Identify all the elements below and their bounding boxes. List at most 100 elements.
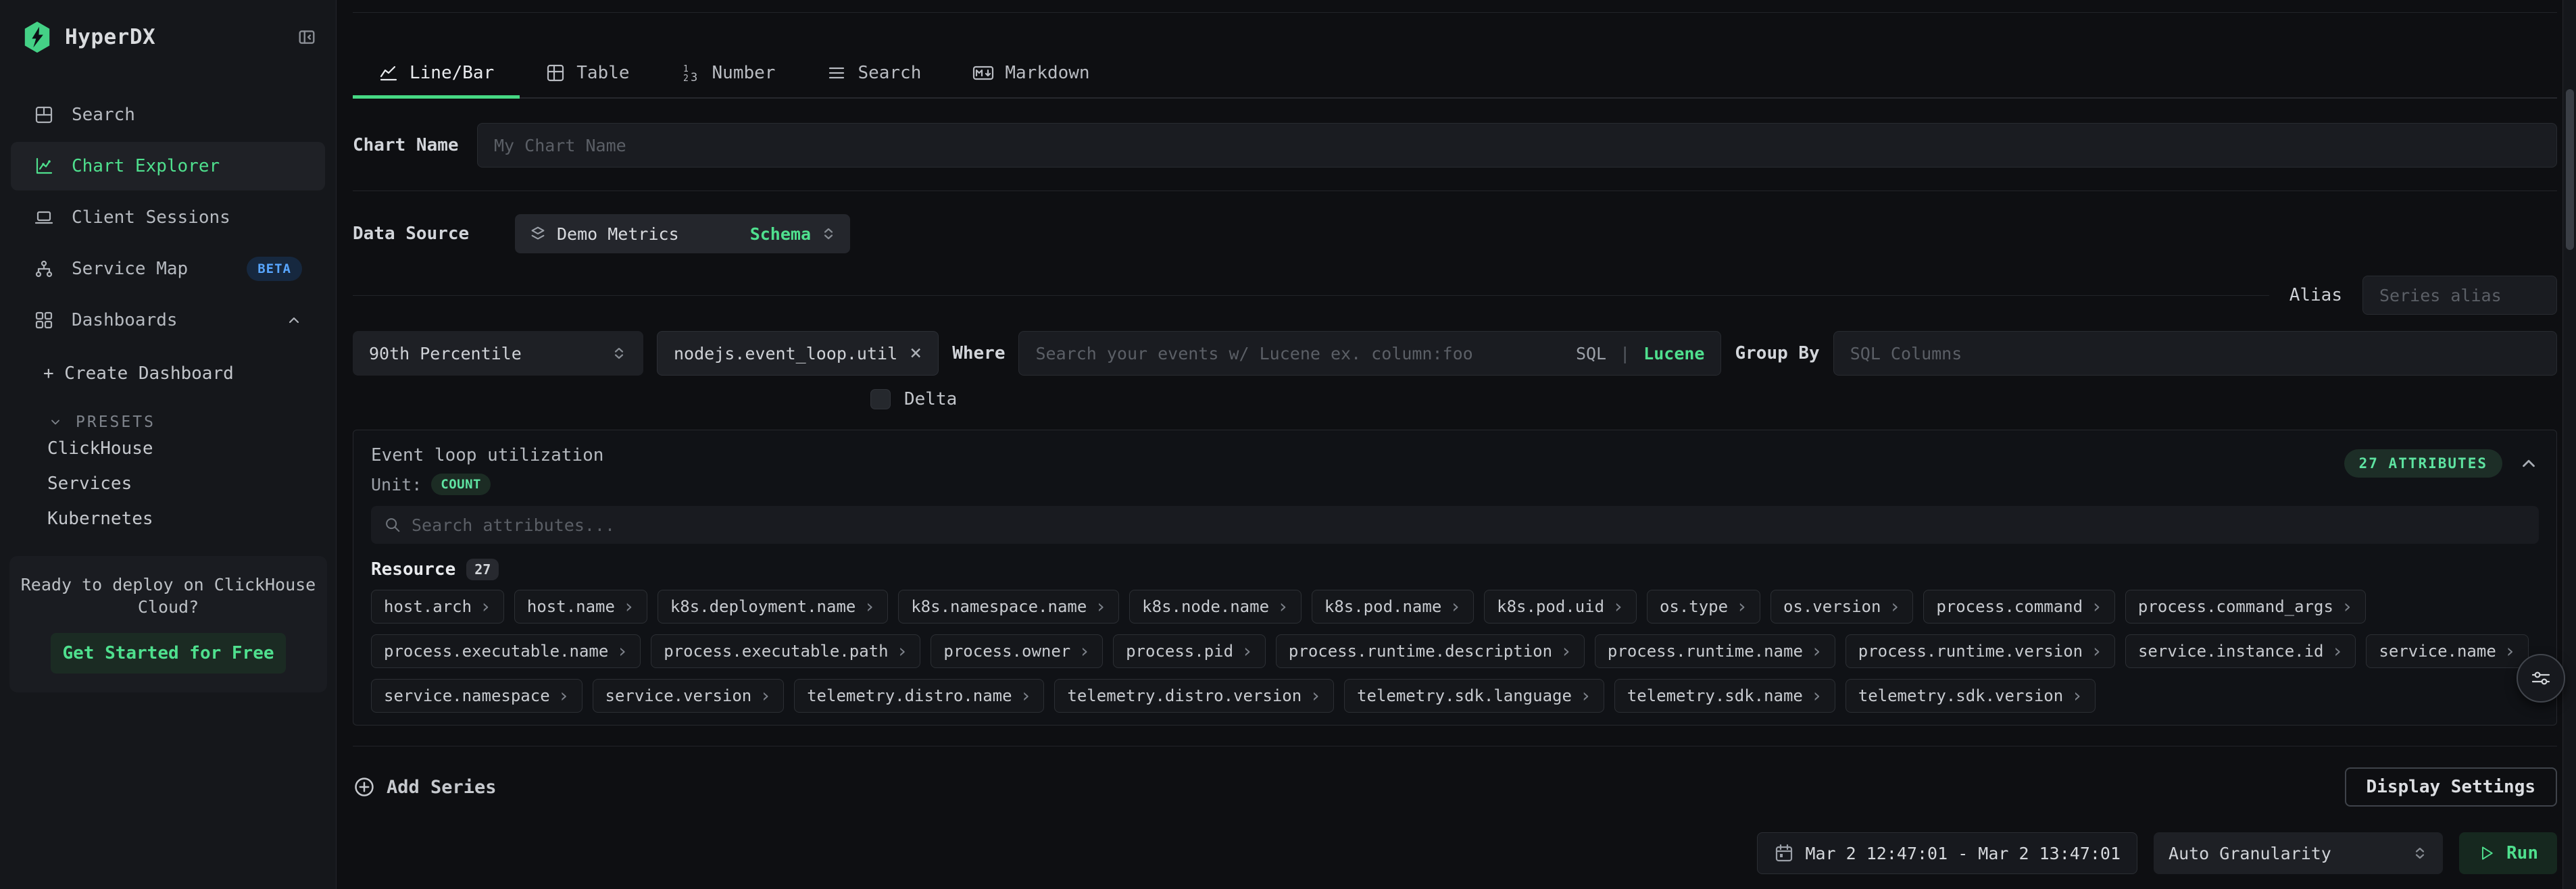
- chevron-right-icon: ›: [1560, 642, 1572, 661]
- collapse-attributes-icon[interactable]: [2519, 453, 2539, 474]
- attribute-chip[interactable]: telemetry.sdk.version ›: [1846, 679, 2096, 713]
- attribute-chip[interactable]: service.name ›: [2366, 634, 2528, 668]
- sidebar-item-label: Dashboards: [72, 310, 178, 330]
- scrollbar-thumb[interactable]: [2566, 89, 2574, 250]
- metric-chip[interactable]: nodejs.event_loop.util ×: [657, 331, 939, 376]
- attribute-chip[interactable]: telemetry.distro.version ›: [1054, 679, 1334, 713]
- preset-clickhouse[interactable]: ClickHouse: [0, 431, 336, 466]
- run-button[interactable]: Run: [2459, 832, 2557, 874]
- lucene-language-toggle[interactable]: Lucene: [1643, 344, 1704, 363]
- delta-checkbox[interactable]: [870, 389, 891, 409]
- list-icon: [826, 63, 847, 83]
- sql-language-toggle[interactable]: SQL: [1576, 344, 1606, 363]
- attribute-chip-label: process.command_args: [2138, 597, 2333, 616]
- chevron-right-icon: ›: [760, 686, 771, 705]
- granularity-select[interactable]: Auto Granularity: [2154, 832, 2443, 874]
- preset-services[interactable]: Services: [0, 466, 336, 501]
- attribute-chip[interactable]: process.runtime.version ›: [1846, 634, 2115, 668]
- create-dashboard-button[interactable]: + Create Dashboard: [0, 363, 336, 384]
- attribute-search-input[interactable]: [412, 515, 2527, 535]
- attribute-chip[interactable]: process.pid ›: [1113, 634, 1266, 668]
- attribute-chip-label: k8s.deployment.name: [670, 597, 856, 616]
- attribute-chip[interactable]: process.owner ›: [931, 634, 1103, 668]
- attribute-chip[interactable]: process.runtime.name ›: [1595, 634, 1835, 668]
- attribute-chip[interactable]: k8s.deployment.name ›: [658, 590, 888, 624]
- get-started-button[interactable]: Get Started for Free: [51, 633, 286, 674]
- number-123-icon: 123: [681, 63, 701, 83]
- attribute-chip[interactable]: k8s.pod.name ›: [1312, 590, 1474, 624]
- beta-badge: BETA: [247, 257, 302, 281]
- series-alias-input[interactable]: [2362, 276, 2557, 315]
- chevron-right-icon: ›: [1241, 642, 1253, 661]
- calendar-icon: [1774, 843, 1794, 863]
- attribute-chip[interactable]: service.version ›: [593, 679, 785, 713]
- hyperdx-logo-icon: [22, 20, 53, 54]
- schema-link[interactable]: Schema: [750, 224, 811, 244]
- sidebar-item-service-map[interactable]: Service Map BETA: [11, 245, 325, 293]
- sidebar-item-dashboards[interactable]: Dashboards: [11, 296, 325, 345]
- attributes-count-badge: 27 ATTRIBUTES: [2344, 449, 2502, 478]
- chevron-right-icon: ›: [1450, 597, 1461, 616]
- remove-metric-icon[interactable]: ×: [910, 343, 922, 363]
- attribute-chip[interactable]: os.type ›: [1647, 590, 1760, 624]
- chart-settings-fab[interactable]: [2517, 654, 2565, 703]
- attributes-panel-header: Event loop utilization Unit: COUNT 27 AT…: [371, 445, 2539, 495]
- attribute-chip[interactable]: host.arch ›: [371, 590, 504, 624]
- sidebar-item-label: Client Sessions: [72, 207, 230, 228]
- chevron-up-icon: [286, 312, 302, 328]
- attribute-chip[interactable]: k8s.node.name ›: [1129, 590, 1302, 624]
- attribute-chip[interactable]: telemetry.sdk.language ›: [1344, 679, 1604, 713]
- sidebar-item-chart-explorer[interactable]: Chart Explorer: [11, 142, 325, 190]
- attribute-chip[interactable]: service.namespace ›: [371, 679, 583, 713]
- add-series-label: Add Series: [387, 777, 497, 798]
- sidebar-item-client-sessions[interactable]: Client Sessions: [11, 193, 325, 242]
- display-settings-button[interactable]: Display Settings: [2345, 767, 2557, 807]
- chevron-right-icon: ›: [2504, 642, 2516, 661]
- attribute-chip[interactable]: k8s.namespace.name ›: [898, 590, 1119, 624]
- attribute-chip[interactable]: service.instance.id ›: [2125, 634, 2356, 668]
- attribute-chip-label: service.namespace: [384, 686, 550, 705]
- attribute-chip[interactable]: host.name ›: [514, 590, 647, 624]
- attribute-chip[interactable]: process.runtime.description ›: [1276, 634, 1585, 668]
- play-icon: [2478, 844, 2496, 862]
- tab-number[interactable]: 123 Number: [655, 49, 801, 97]
- attribute-chip[interactable]: os.version ›: [1770, 590, 1913, 624]
- cloud-promo-card: Ready to deploy on ClickHouse Cloud? Get…: [9, 556, 327, 692]
- add-series-button[interactable]: Add Series: [353, 776, 497, 798]
- chart-type-tabs: Line/Bar Table 123 Number Search Markdow…: [353, 49, 2557, 99]
- promo-text: Ready to deploy on ClickHouse Cloud?: [18, 574, 319, 618]
- group-by-input[interactable]: [1833, 331, 2557, 376]
- alias-label: Alias: [2289, 285, 2342, 305]
- tab-label: Line/Bar: [410, 63, 494, 83]
- tab-line-bar[interactable]: Line/Bar: [353, 49, 520, 97]
- attribute-chip[interactable]: process.command_args ›: [2125, 590, 2366, 624]
- attribute-chip[interactable]: process.executable.path ›: [651, 634, 920, 668]
- presets-section-toggle[interactable]: PRESETS: [0, 413, 336, 431]
- chart-name-input[interactable]: [477, 123, 2557, 168]
- sidebar-item-label: Service Map: [72, 259, 188, 279]
- tab-search[interactable]: Search: [801, 49, 947, 97]
- tab-markdown[interactable]: Markdown: [947, 49, 1115, 97]
- data-source-select[interactable]: Demo Metrics Schema: [515, 214, 850, 253]
- scrollbar[interactable]: [2562, 0, 2576, 889]
- attribute-chip[interactable]: process.executable.name ›: [371, 634, 641, 668]
- main-content: Line/Bar Table 123 Number Search Markdow…: [337, 0, 2576, 889]
- attribute-chip[interactable]: telemetry.distro.name ›: [794, 679, 1044, 713]
- chart-name-label: Chart Name: [353, 135, 477, 155]
- attribute-chip-label: k8s.node.name: [1142, 597, 1269, 616]
- table-layout-icon: [34, 105, 54, 125]
- aggregation-select[interactable]: 90th Percentile: [353, 331, 643, 376]
- sidebar-item-search[interactable]: Search: [11, 91, 325, 139]
- chevron-right-icon: ›: [2091, 642, 2102, 661]
- time-range-button[interactable]: Mar 2 12:47:01 - Mar 2 13:47:01: [1757, 832, 2137, 874]
- collapse-sidebar-icon[interactable]: [298, 28, 316, 46]
- attributes-panel-title-block: Event loop utilization Unit: COUNT: [371, 445, 603, 495]
- attribute-chip-label: process.command: [1936, 597, 2083, 616]
- where-input[interactable]: Search your events w/ Lucene ex. column:…: [1018, 331, 1721, 376]
- attribute-chip[interactable]: process.command ›: [1923, 590, 2115, 624]
- attribute-chip[interactable]: k8s.pod.uid ›: [1484, 590, 1637, 624]
- tab-table[interactable]: Table: [520, 49, 655, 97]
- attribute-chip[interactable]: telemetry.sdk.name ›: [1614, 679, 1835, 713]
- svg-text:2: 2: [683, 74, 689, 83]
- preset-kubernetes[interactable]: Kubernetes: [0, 501, 336, 536]
